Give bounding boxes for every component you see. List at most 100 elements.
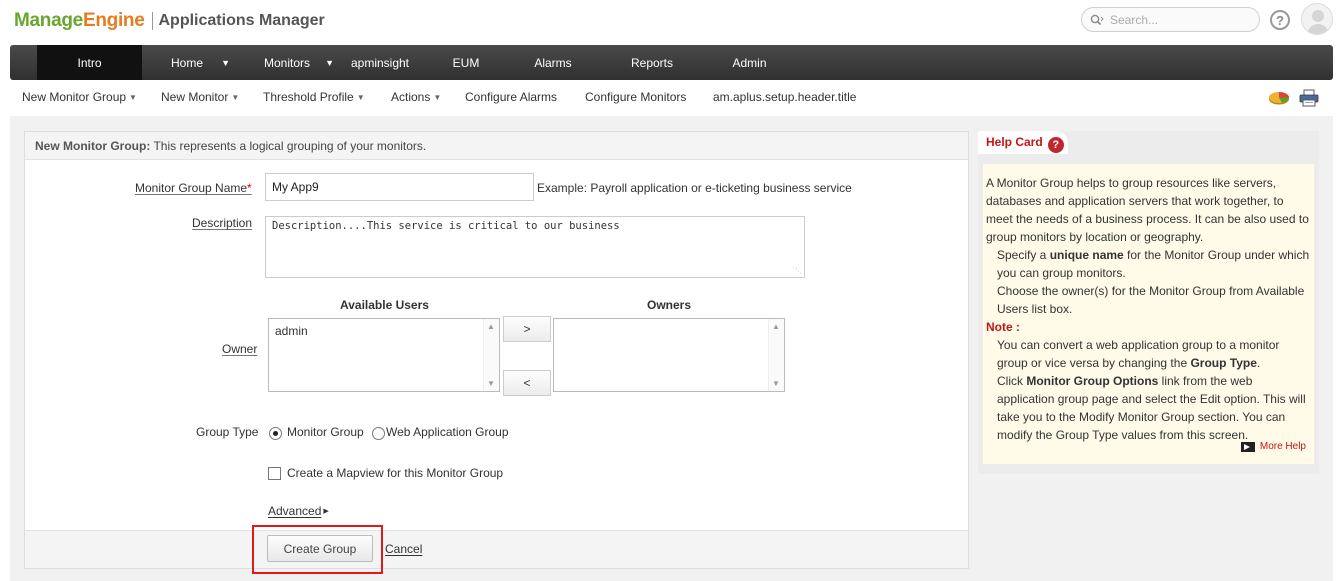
chevron-down-icon[interactable]: ▼ bbox=[221, 58, 230, 68]
nav-admin[interactable]: Admin bbox=[712, 45, 787, 80]
help-card-tab: Help Card? bbox=[978, 131, 1068, 154]
available-users-title: Available Users bbox=[340, 298, 429, 312]
subnav-configure-monitors[interactable]: Configure Monitors bbox=[585, 90, 686, 104]
nav-reports[interactable]: Reports bbox=[592, 45, 712, 80]
owners-listbox[interactable]: ▲ ▼ bbox=[553, 318, 785, 392]
nav-label: apminsight bbox=[350, 55, 410, 70]
radio-web-application-group[interactable] bbox=[372, 427, 385, 440]
nav-monitors[interactable]: Monitors ▼ bbox=[232, 45, 342, 80]
name-label-text: Monitor Group Name bbox=[135, 181, 248, 195]
form-header: New Monitor Group: This represents a log… bbox=[25, 132, 968, 160]
scrollbar[interactable]: ▲ ▼ bbox=[483, 319, 499, 391]
nav-label: Monitors bbox=[263, 55, 310, 70]
monitor-group-name-label: Monitor Group Name* bbox=[135, 181, 252, 195]
chevron-down-icon[interactable]: ▼ bbox=[325, 58, 334, 68]
help-card: Help Card? A Monitor Group helps to grou… bbox=[978, 131, 1319, 474]
caret-down-icon: ▼ bbox=[356, 93, 365, 102]
logo-divider bbox=[151, 12, 153, 30]
search-input[interactable] bbox=[1110, 12, 1250, 27]
help-intro-text: A Monitor Group helps to group resources… bbox=[986, 176, 1309, 244]
nav-label: Alarms bbox=[534, 55, 572, 70]
nav-alarms[interactable]: Alarms bbox=[514, 45, 592, 80]
nav-label: Intro bbox=[77, 55, 102, 70]
caret-down-icon: ▼ bbox=[231, 93, 240, 102]
help-note-label: Note : bbox=[986, 320, 1020, 334]
pie-chart-icon[interactable] bbox=[1268, 91, 1290, 105]
help-card-title: Help Card bbox=[986, 135, 1043, 149]
caret-right-icon: ▶ bbox=[323, 508, 329, 515]
subnav-label: Configure Alarms bbox=[465, 90, 558, 104]
radio-web-application-group-label[interactable]: Web Application Group bbox=[386, 425, 509, 439]
scroll-down-icon[interactable]: ▼ bbox=[772, 379, 780, 388]
mapview-label[interactable]: Create a Mapview for this Monitor Group bbox=[287, 466, 503, 480]
group-type-label: Group Type bbox=[196, 425, 259, 439]
resize-grip-icon[interactable]: ⋱ bbox=[795, 268, 803, 276]
subnav-label: Threshold Profile bbox=[263, 90, 354, 104]
printer-icon[interactable] bbox=[1299, 89, 1319, 107]
sub-nav: New Monitor Group ▼ New Monitor ▼ Threshol… bbox=[0, 86, 1342, 110]
caret-down-icon: ▼ bbox=[433, 93, 442, 102]
new-monitor-group-form: New Monitor Group: This represents a log… bbox=[24, 131, 969, 574]
subnav-label: New Monitor bbox=[161, 90, 229, 104]
caret-down-icon: ▼ bbox=[129, 93, 137, 102]
cancel-link[interactable]: Cancel bbox=[385, 542, 422, 556]
subnav-label: New Monitor Group bbox=[22, 90, 127, 104]
name-example-text: Example: Payroll application or e-ticket… bbox=[537, 181, 852, 195]
avatar-head-shape bbox=[1312, 10, 1324, 22]
owners-title: Owners bbox=[647, 298, 692, 312]
logo[interactable]: ManageEngine Applications Manager bbox=[14, 7, 325, 35]
nav-label: EUM bbox=[452, 55, 480, 70]
mapview-checkbox[interactable] bbox=[268, 467, 281, 480]
advanced-link[interactable]: Advanced ▶ bbox=[268, 504, 329, 518]
radio-monitor-group-label[interactable]: Monitor Group bbox=[287, 425, 364, 439]
scroll-up-icon[interactable]: ▲ bbox=[487, 322, 495, 331]
add-owner-button[interactable]: > bbox=[503, 316, 551, 342]
form-header-text: This represents a logical grouping of yo… bbox=[150, 139, 427, 153]
description-label: Description bbox=[192, 216, 253, 230]
subnav-configure-alarms[interactable]: Configure Alarms bbox=[465, 90, 557, 104]
subnav-new-monitor-group[interactable]: New Monitor Group ▼ bbox=[22, 90, 137, 104]
radio-monitor-group[interactable] bbox=[269, 427, 282, 440]
search-box[interactable] bbox=[1081, 7, 1260, 32]
more-help-label: More Help bbox=[1259, 441, 1306, 452]
nav-label: Reports bbox=[630, 55, 674, 70]
subnav-new-monitor[interactable]: New Monitor ▼ bbox=[161, 90, 239, 104]
scrollbar[interactable]: ▲ ▼ bbox=[768, 319, 784, 391]
form-header-title: New Monitor Group: bbox=[35, 139, 151, 153]
monitor-group-name-input[interactable] bbox=[265, 173, 534, 201]
scroll-up-icon[interactable]: ▲ bbox=[772, 322, 780, 331]
help-owner-text: Choose the owner(s) for the Monitor Grou… bbox=[997, 284, 1305, 316]
nav-intro[interactable]: Intro bbox=[37, 45, 142, 80]
more-help-link[interactable]: More Help bbox=[1240, 438, 1306, 456]
scroll-down-icon[interactable]: ▼ bbox=[487, 379, 495, 388]
help-note-1: You can convert a web application group … bbox=[997, 338, 1280, 370]
available-users-listbox[interactable]: admin ▲ ▼ bbox=[268, 318, 500, 392]
top-header: ManageEngine Applications Manager ? bbox=[0, 0, 1342, 44]
nav-apminsight[interactable]: apminsight bbox=[342, 45, 418, 80]
nav-eum[interactable]: EUM bbox=[418, 45, 514, 80]
nav-label: Admin bbox=[732, 55, 767, 70]
video-play-icon bbox=[1240, 442, 1255, 452]
remove-owner-button[interactable]: < bbox=[503, 370, 551, 396]
form-footer bbox=[25, 530, 968, 568]
highlight-annotation bbox=[252, 525, 383, 574]
subnav-actions[interactable]: Actions ▼ bbox=[391, 90, 441, 104]
advanced-label: Advanced bbox=[268, 504, 322, 518]
app-title: Applications Manager bbox=[158, 12, 325, 29]
help-icon: ? bbox=[1047, 137, 1064, 153]
help-icon[interactable]: ? bbox=[1270, 10, 1290, 30]
nav-label: Home bbox=[170, 55, 203, 70]
subnav-threshold-profile[interactable]: Threshold Profile ▼ bbox=[263, 90, 365, 104]
list-item[interactable]: admin bbox=[275, 324, 308, 338]
subnav-setup-header[interactable]: am.aplus.setup.header.title bbox=[713, 90, 856, 104]
help-card-body: A Monitor Group helps to group resources… bbox=[983, 164, 1314, 464]
subnav-label: Actions bbox=[391, 90, 431, 104]
nav-home[interactable]: Home ▼ bbox=[142, 45, 232, 80]
required-mark: * bbox=[247, 181, 252, 195]
subnav-label: Configure Monitors bbox=[585, 90, 687, 104]
main-nav: Intro Home ▼ Monitors ▼ apminsight EUM Ala… bbox=[10, 45, 1333, 80]
search-icon bbox=[1090, 13, 1106, 27]
description-textarea[interactable]: Description....This service is critical … bbox=[265, 216, 805, 278]
manageengine-logo: ManageEngine bbox=[14, 10, 145, 31]
user-avatar[interactable] bbox=[1301, 3, 1333, 35]
